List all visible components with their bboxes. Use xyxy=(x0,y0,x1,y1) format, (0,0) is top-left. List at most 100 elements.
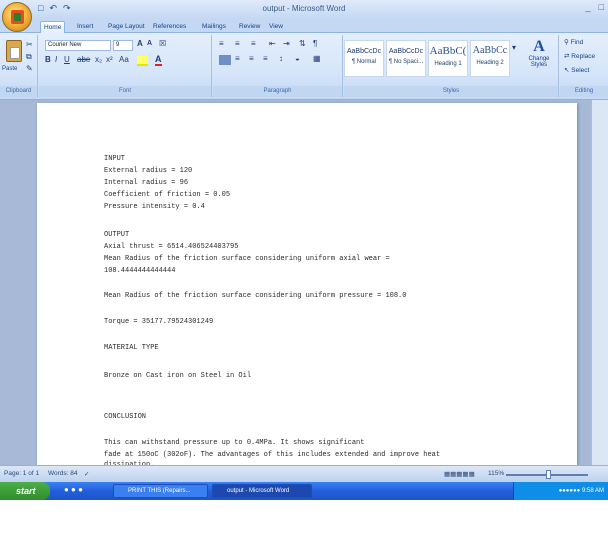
line-spacing-icon[interactable]: ↕ xyxy=(279,54,283,63)
find-label: Find xyxy=(570,39,584,46)
tab-insert[interactable]: Insert xyxy=(74,21,96,33)
style-heading-2[interactable]: AaBbCc Heading 2 xyxy=(470,40,510,77)
doc-line: MATERIAL TYPE xyxy=(104,344,159,352)
paste-icon[interactable] xyxy=(6,40,22,62)
align-left-icon[interactable] xyxy=(219,55,231,65)
doc-line: Pressure intensity = 0.4 xyxy=(104,203,205,211)
ribbon-tabs: Home Insert Page Layout References Maili… xyxy=(0,19,608,33)
proofing-icon[interactable]: ✓ xyxy=(84,470,89,478)
replace-button[interactable]: ⇄ Replace xyxy=(564,52,595,60)
editing-label: Editing xyxy=(560,86,608,97)
shading-icon[interactable]: ◒ xyxy=(295,54,300,63)
editing-group: ⚲ Find ⇄ Replace ↖ Select Editing xyxy=(560,35,608,97)
increase-indent-icon[interactable]: ⇥ xyxy=(283,39,290,48)
window-title: output - Microsoft Word xyxy=(262,4,346,13)
styles-group: AaBbCcDc ¶ Normal AaBbCcDc ¶ No Spaci...… xyxy=(344,35,559,97)
tab-references[interactable]: References xyxy=(150,21,189,33)
change-styles-icon: A xyxy=(533,38,545,55)
sort-icon[interactable]: ⇅ xyxy=(299,39,306,48)
tray-icons[interactable]: ●●●●●● xyxy=(559,488,581,494)
pilcrow-icon[interactable]: ¶ xyxy=(313,39,317,48)
replace-icon: ⇄ xyxy=(564,53,570,60)
start-button[interactable]: start xyxy=(0,482,50,500)
minimize-button[interactable]: _ xyxy=(586,2,591,12)
find-button[interactable]: ⚲ Find xyxy=(564,38,583,46)
clear-format-icon[interactable]: ☒ xyxy=(159,39,166,48)
tab-page-layout[interactable]: Page Layout xyxy=(105,21,148,33)
system-tray: ●●●●●● 9:58 AM xyxy=(513,482,608,500)
style-heading-1-name: Heading 1 xyxy=(434,61,462,67)
change-styles-button[interactable]: A Change Styles xyxy=(522,38,556,82)
paste-button[interactable]: Paste xyxy=(2,66,17,72)
style-normal-sample: AaBbCcDc xyxy=(346,48,382,55)
vertical-scrollbar[interactable] xyxy=(591,100,608,465)
numbering-icon[interactable]: ≡ xyxy=(235,39,240,48)
tab-mailings[interactable]: Mailings xyxy=(199,21,229,33)
font-group: Courier New 9 A A ☒ B I U abe x₂ x² Aa A… xyxy=(39,35,212,97)
superscript-icon[interactable]: x² xyxy=(106,55,113,64)
doc-line: OUTPUT xyxy=(104,231,130,239)
zoom-slider-thumb[interactable] xyxy=(546,470,551,479)
font-color-icon[interactable]: A xyxy=(155,54,162,66)
grow-font-icon[interactable]: A xyxy=(137,39,143,48)
cut-icon[interactable]: ✂ xyxy=(26,40,33,49)
align-right-icon[interactable]: ≡ xyxy=(249,54,254,63)
style-normal[interactable]: AaBbCcDc ¶ Normal xyxy=(344,40,384,77)
doc-line: Mean Radius of the friction surface cons… xyxy=(104,255,390,263)
select-label: Select xyxy=(571,67,590,74)
taskbar: start ● ● ● PRINT THIS (Repairs... outpu… xyxy=(0,482,608,500)
justify-icon[interactable]: ≡ xyxy=(263,54,268,63)
doc-line: Mean Radius of the friction surface cons… xyxy=(104,292,407,300)
strikethrough-icon[interactable]: abe xyxy=(77,55,90,64)
doc-line: INPUT xyxy=(104,155,126,163)
decrease-indent-icon[interactable]: ⇤ xyxy=(269,39,276,48)
find-icon: ⚲ xyxy=(564,39,569,46)
doc-line: External radius = 120 xyxy=(104,167,193,175)
bullets-icon[interactable]: ≡ xyxy=(219,39,224,48)
view-buttons-icon[interactable]: ▦▦▦▦▦ xyxy=(444,470,475,478)
bold-icon[interactable]: B xyxy=(45,55,51,64)
tab-home[interactable]: Home xyxy=(40,21,66,33)
clipboard-label: Clipboard xyxy=(0,86,37,97)
taskbar-item-print-this[interactable]: PRINT THIS (Repairs... xyxy=(113,484,208,498)
italic-icon[interactable]: I xyxy=(55,55,57,64)
borders-icon[interactable]: ▦ xyxy=(313,54,321,63)
zoom-level[interactable]: 115% xyxy=(488,470,504,477)
word-count[interactable]: Words: 84 xyxy=(48,470,78,477)
taskbar-item-word[interactable]: output - Microsoft Word xyxy=(212,484,312,498)
doc-line: Axial thrust = 6514.406524403795 xyxy=(104,243,239,251)
subscript-icon[interactable]: x₂ xyxy=(95,55,102,64)
office-button[interactable] xyxy=(2,2,32,32)
title-bar: □ ↶ ↷ output - Microsoft Word _ □ xyxy=(0,0,608,19)
replace-label: Replace xyxy=(571,53,596,60)
doc-line: fade at 150oC (302oF). The advantages of… xyxy=(104,451,441,459)
underline-icon[interactable]: U xyxy=(64,55,70,64)
style-heading-1[interactable]: AaBbC( Heading 1 xyxy=(428,40,468,77)
doc-line: This can withstand pressure up to 0.4MPa… xyxy=(104,439,365,447)
align-center-icon[interactable]: ≡ xyxy=(235,54,240,63)
document-page[interactable]: INPUT External radius = 120 Internal rad… xyxy=(37,103,577,469)
copy-icon[interactable]: ⧉ xyxy=(26,52,32,62)
styles-scroll-icon[interactable]: ▾ xyxy=(512,43,516,52)
select-button[interactable]: ↖ Select xyxy=(564,66,589,74)
style-no-spacing-name: ¶ No Spaci... xyxy=(388,59,424,65)
style-no-spacing[interactable]: AaBbCcDc ¶ No Spaci... xyxy=(386,40,426,77)
multilevel-list-icon[interactable]: ≡ xyxy=(251,39,256,48)
tab-view[interactable]: View xyxy=(266,21,286,33)
doc-line: Coefficient of friction = 0.05 xyxy=(104,191,231,199)
paragraph-group: ≡ ≡ ≡ ⇤ ⇥ ⇅ ¶ ≡ ≡ ≡ ↕ ◒ ▦ Paragraph xyxy=(213,35,343,97)
font-name-select[interactable]: Courier New xyxy=(45,40,111,51)
highlight-icon[interactable] xyxy=(137,56,148,66)
office-logo-icon xyxy=(11,10,24,24)
quick-launch-icons[interactable]: ● ● ● xyxy=(64,485,83,494)
page-count[interactable]: Page: 1 of 1 xyxy=(4,470,39,477)
tab-review[interactable]: Review xyxy=(236,21,263,33)
clock[interactable]: 9:58 AM xyxy=(582,488,604,494)
shrink-font-icon[interactable]: A xyxy=(147,40,152,47)
change-case-icon[interactable]: Aa xyxy=(119,55,129,64)
format-painter-icon[interactable]: ✎ xyxy=(26,64,33,73)
maximize-button[interactable]: □ xyxy=(599,2,604,12)
ribbon: Paste ✂ ⧉ ✎ Clipboard Courier New 9 A A … xyxy=(0,33,608,100)
doc-line: Internal radius = 96 xyxy=(104,179,189,187)
font-size-select[interactable]: 9 xyxy=(113,40,133,51)
